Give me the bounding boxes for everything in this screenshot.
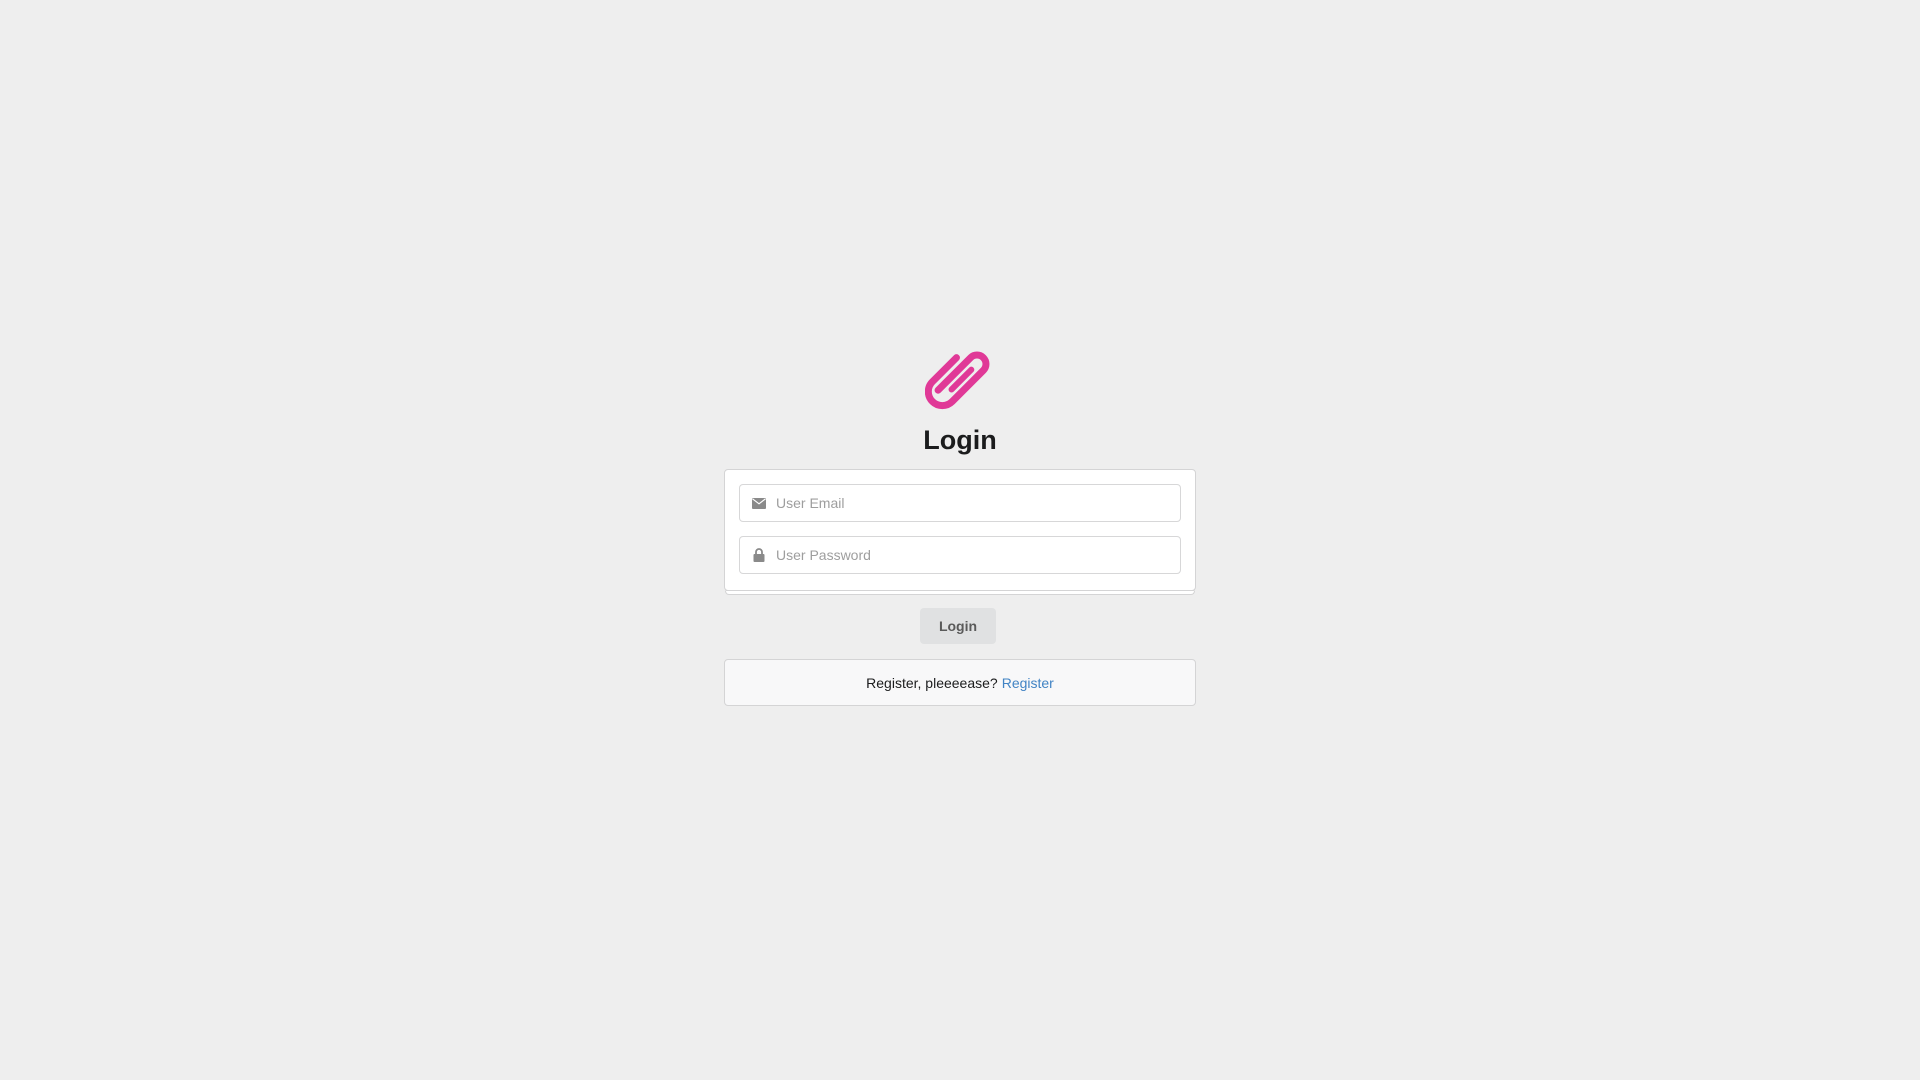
- envelope-icon: [751, 494, 767, 512]
- register-prompt: Register, pleeeease?: [866, 674, 998, 691]
- paperclip-icon: [925, 343, 995, 419]
- login-page: Login Login Register, pleeeease? Re: [0, 0, 1920, 1080]
- login-button[interactable]: Login: [920, 608, 996, 644]
- register-message: Register, pleeeease? Register: [724, 659, 1196, 706]
- page-title: Login: [923, 425, 997, 455]
- password-field-wrapper: [739, 536, 1181, 574]
- email-input[interactable]: [776, 485, 1176, 521]
- email-field-wrapper: [739, 484, 1181, 522]
- lock-icon: [751, 546, 767, 564]
- register-link[interactable]: Register: [1002, 675, 1054, 691]
- password-input[interactable]: [776, 537, 1176, 573]
- login-form: [724, 469, 1196, 595]
